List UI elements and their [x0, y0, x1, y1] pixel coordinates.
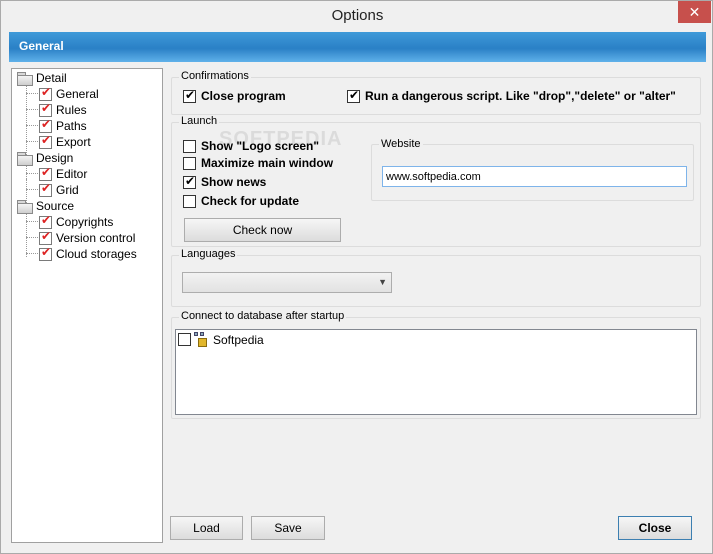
options-window: Options ✕ General Detail General R — [0, 0, 713, 554]
tree-item-label: General — [56, 87, 99, 101]
tree-item-label: Copyrights — [56, 215, 114, 229]
tree-item-label: Source — [36, 199, 75, 213]
section-header-title: General — [19, 39, 64, 53]
tree-item-export[interactable]: Export — [39, 133, 91, 150]
tree-item-version-control[interactable]: Version control — [39, 229, 136, 246]
checkmark-icon — [39, 101, 52, 117]
tree-connector — [26, 237, 38, 238]
show-news-checkbox[interactable]: Show news — [183, 174, 267, 189]
tree-item-label: Cloud storages — [56, 247, 137, 261]
checkmark-icon — [39, 229, 52, 245]
database-icon — [194, 332, 210, 347]
close-program-checkbox[interactable]: Close program — [183, 88, 286, 103]
tree-item-label: Export — [56, 135, 91, 149]
database-list[interactable]: Softpedia — [175, 329, 697, 415]
list-item-label: Softpedia — [213, 332, 264, 347]
connect-label: Connect to database after startup — [179, 310, 347, 322]
website-label: Website — [379, 138, 423, 150]
tree-item-cloud-storages[interactable]: Cloud storages — [39, 245, 137, 262]
folder-icon — [16, 199, 33, 214]
checkbox-label: Show "Logo screen" — [201, 139, 320, 153]
checkbox-box[interactable] — [178, 333, 191, 346]
section-header: General — [9, 32, 706, 62]
folder-icon — [16, 151, 33, 166]
checkbox-label: Show news — [201, 175, 267, 189]
checkbox-label: Run a dangerous script. Like "drop","del… — [365, 89, 676, 103]
checkbox-box[interactable] — [183, 139, 196, 153]
tree-item-grid[interactable]: Grid — [39, 181, 79, 198]
save-button[interactable]: Save — [251, 516, 325, 540]
check-update-checkbox[interactable]: Check for update — [183, 194, 299, 208]
title-bar[interactable]: Options ✕ — [1, 1, 712, 32]
tree-item-label: Editor — [56, 167, 88, 181]
checkmark-icon — [39, 117, 52, 133]
languages-label: Languages — [179, 248, 238, 260]
tree-connector — [26, 211, 27, 257]
tree-connector — [26, 109, 38, 110]
dangerous-script-checkbox[interactable]: Run a dangerous script. Like "drop","del… — [347, 88, 676, 103]
tree-connector — [26, 141, 38, 142]
checkmark-icon — [39, 165, 52, 181]
tree-item-label: Detail — [36, 71, 67, 85]
checkbox-label: Check for update — [201, 194, 300, 208]
folder-icon — [16, 71, 33, 86]
tree-item-label: Rules — [56, 103, 87, 117]
window-title: Options — [331, 7, 384, 24]
checkbox-box[interactable] — [347, 88, 360, 103]
list-item[interactable]: Softpedia — [178, 332, 264, 347]
website-input[interactable] — [382, 166, 687, 187]
checkbox-label: Maximize main window — [201, 156, 334, 170]
tree-connector — [26, 253, 38, 254]
load-button[interactable]: Load — [170, 516, 243, 540]
chevron-down-icon: ▼ — [378, 277, 387, 287]
languages-dropdown[interactable]: ▼ — [182, 272, 392, 293]
checkmark-icon — [39, 133, 52, 149]
checkbox-box[interactable] — [183, 156, 196, 170]
tree-connector — [26, 221, 38, 222]
checkbox-box[interactable] — [183, 174, 196, 189]
tree-connector — [26, 125, 38, 126]
tree-connector — [26, 173, 38, 174]
tree-item-label: Paths — [56, 119, 87, 133]
tree-item-label: Grid — [56, 183, 79, 197]
tree-item-label: Design — [36, 151, 74, 165]
checkmark-icon — [39, 85, 52, 101]
checkbox-box[interactable] — [183, 88, 196, 103]
maximize-window-checkbox[interactable]: Maximize main window — [183, 156, 333, 170]
checkmark-icon — [39, 245, 52, 261]
checkmark-icon — [39, 181, 52, 197]
tree-connector — [26, 93, 38, 94]
checkbox-box[interactable] — [183, 194, 196, 208]
category-tree[interactable]: Detail General Rules Paths Export Design… — [11, 68, 163, 543]
confirmations-label: Confirmations — [179, 70, 251, 82]
window-close-button[interactable]: ✕ — [678, 1, 711, 23]
checkbox-label: Close program — [201, 89, 286, 103]
check-now-button[interactable]: Check now — [184, 218, 341, 242]
tree-item-label: Version control — [56, 231, 136, 245]
launch-label: Launch — [179, 115, 220, 127]
checkmark-icon — [39, 213, 52, 229]
close-button[interactable]: Close — [618, 516, 692, 540]
show-logo-checkbox[interactable]: Show "Logo screen" — [183, 139, 319, 153]
tree-connector — [26, 189, 38, 190]
